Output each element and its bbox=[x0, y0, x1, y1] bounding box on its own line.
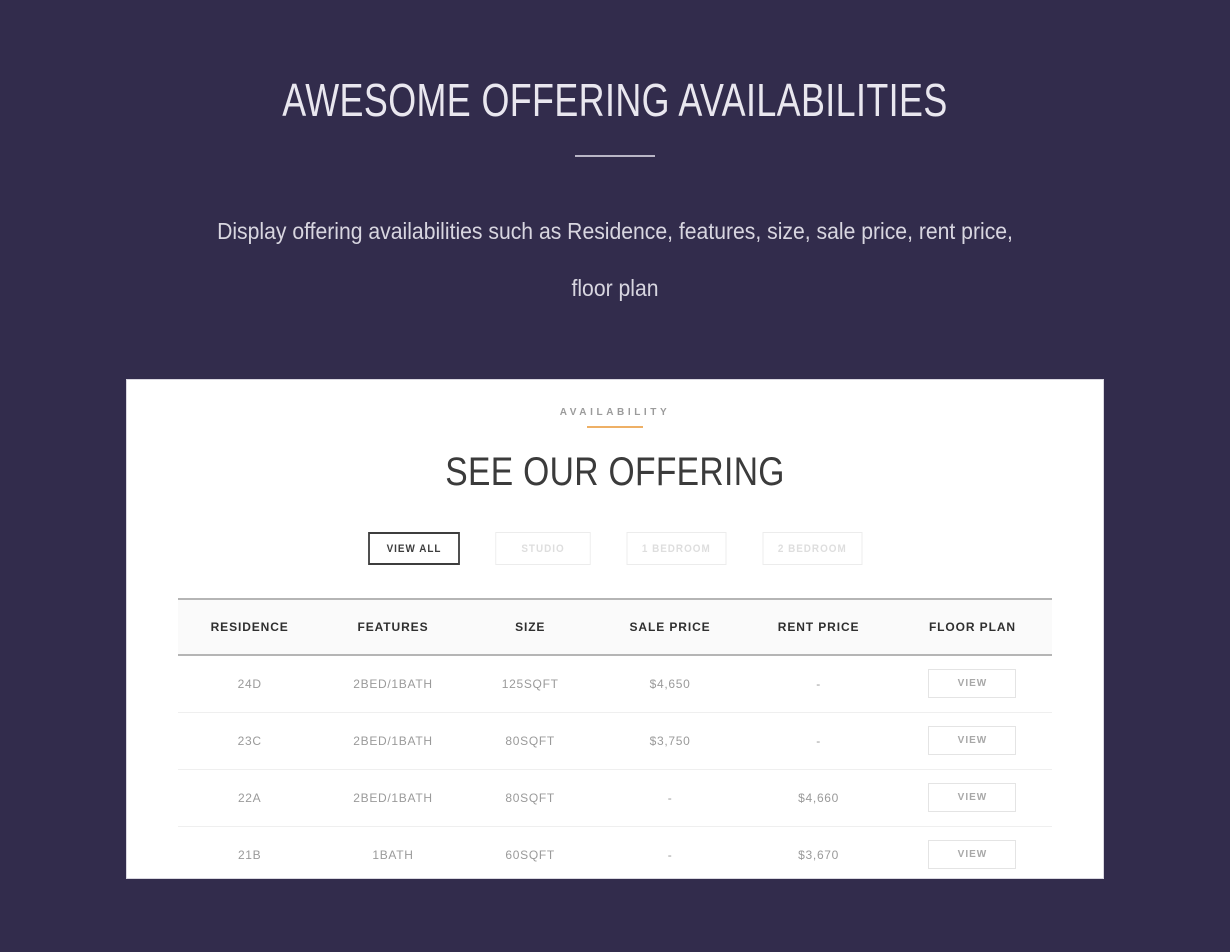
cell-sale-price: $3,750 bbox=[595, 712, 745, 770]
cell-size: 60SQFT bbox=[464, 826, 596, 878]
accent-rule bbox=[587, 426, 643, 428]
cell-residence: 23C bbox=[178, 712, 322, 770]
page-root: AWESOME OFFERING AVAILABILITIES Display … bbox=[0, 0, 1230, 952]
cell-floor-plan: VIEW bbox=[892, 655, 1052, 713]
column-header-size: SIZE bbox=[464, 598, 596, 656]
cell-floor-plan: VIEW bbox=[892, 712, 1052, 770]
view-floor-plan-button[interactable]: VIEW bbox=[928, 726, 1017, 755]
view-floor-plan-button[interactable]: VIEW bbox=[928, 783, 1017, 812]
cell-features: 2BED/1BATH bbox=[321, 655, 465, 713]
column-header-floor-plan: FLOOR PLAN bbox=[892, 598, 1052, 656]
table-row: 22A 2BED/1BATH 80SQFT - $4,660 VIEW bbox=[178, 769, 1052, 827]
cell-size: 125SQFT bbox=[464, 655, 596, 713]
filter-1-bedroom[interactable]: 1 BEDROOM bbox=[626, 532, 726, 565]
filter-view-all[interactable]: VIEW ALL bbox=[368, 532, 460, 565]
cell-residence: 24D bbox=[178, 655, 322, 713]
cell-sale-price: - bbox=[595, 769, 745, 827]
table-header-row: RESIDENCE FEATURES SIZE SALE PRICE RENT … bbox=[178, 598, 1052, 656]
card-content: AVAILABILITY SEE OUR OFFERING VIEW ALL S… bbox=[127, 380, 1103, 878]
filter-studio[interactable]: STUDIO bbox=[495, 532, 591, 565]
cell-residence: 22A bbox=[178, 769, 322, 827]
offerings-table-wrap: RESIDENCE FEATURES SIZE SALE PRICE RENT … bbox=[178, 598, 1052, 878]
cell-sale-price: - bbox=[595, 826, 745, 878]
view-floor-plan-button[interactable]: VIEW bbox=[928, 840, 1017, 869]
availability-card: AVAILABILITY SEE OUR OFFERING VIEW ALL S… bbox=[126, 379, 1104, 879]
column-header-features: FEATURES bbox=[321, 598, 465, 656]
filter-2-bedroom[interactable]: 2 BEDROOM bbox=[762, 532, 862, 565]
table-row: 23C 2BED/1BATH 80SQFT $3,750 - VIEW bbox=[178, 712, 1052, 770]
cell-rent-price: - bbox=[744, 655, 893, 713]
page-title: AWESOME OFFERING AVAILABILITIES bbox=[282, 74, 948, 126]
column-header-rent-price: RENT PRICE bbox=[744, 598, 893, 656]
card-heading: SEE OUR OFFERING bbox=[445, 450, 785, 494]
card-eyebrow-label: AVAILABILITY bbox=[559, 407, 671, 418]
cell-size: 80SQFT bbox=[464, 712, 596, 770]
card-eyebrow-wrap: AVAILABILITY bbox=[127, 402, 1103, 428]
cell-features: 2BED/1BATH bbox=[321, 712, 465, 770]
table-row: 24D 2BED/1BATH 125SQFT $4,650 - VIEW bbox=[178, 655, 1052, 713]
page-subtitle: Display offering availabilities such as … bbox=[217, 218, 1013, 301]
title-divider bbox=[575, 155, 655, 157]
hero-section: AWESOME OFFERING AVAILABILITIES Display … bbox=[0, 0, 1230, 317]
column-header-sale-price: SALE PRICE bbox=[595, 598, 745, 656]
cell-size: 80SQFT bbox=[464, 769, 596, 827]
cell-rent-price: $4,660 bbox=[744, 769, 893, 827]
offerings-table: RESIDENCE FEATURES SIZE SALE PRICE RENT … bbox=[178, 598, 1052, 878]
view-floor-plan-button[interactable]: VIEW bbox=[928, 669, 1017, 699]
cell-features: 1BATH bbox=[321, 826, 465, 878]
cell-rent-price: - bbox=[744, 712, 893, 770]
cell-floor-plan: VIEW bbox=[892, 826, 1052, 878]
table-head: RESIDENCE FEATURES SIZE SALE PRICE RENT … bbox=[178, 598, 1052, 656]
cell-sale-price: $4,650 bbox=[595, 655, 745, 713]
cell-rent-price: $3,670 bbox=[744, 826, 893, 878]
column-header-residence: RESIDENCE bbox=[178, 598, 322, 656]
table-row: 21B 1BATH 60SQFT - $3,670 VIEW bbox=[178, 826, 1052, 878]
cell-features: 2BED/1BATH bbox=[321, 769, 465, 827]
filter-button-group: VIEW ALL STUDIO 1 BEDROOM 2 BEDROOM bbox=[127, 532, 1103, 565]
table-body: 24D 2BED/1BATH 125SQFT $4,650 - VIEW 23C… bbox=[178, 655, 1052, 878]
cell-residence: 21B bbox=[178, 826, 322, 878]
cell-floor-plan: VIEW bbox=[892, 769, 1052, 827]
